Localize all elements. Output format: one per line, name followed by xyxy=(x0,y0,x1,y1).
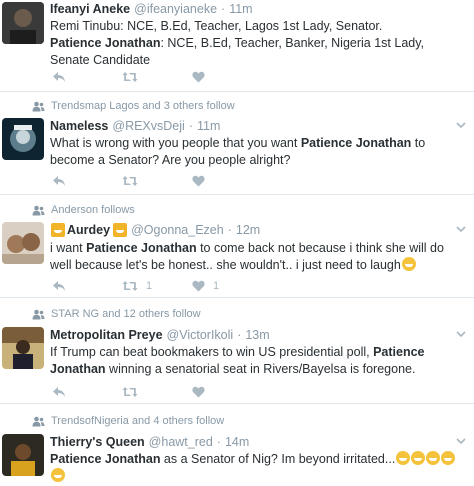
chevron-down-icon[interactable] xyxy=(456,329,466,339)
tweet-line: Remi Tinubu: NCE, B.Ed, Teacher, Lagos 1… xyxy=(50,19,383,33)
heart-icon xyxy=(192,386,205,398)
author-handle[interactable]: @REXvsDeji xyxy=(112,119,184,133)
like-button[interactable]: 1 xyxy=(192,280,219,292)
tweet[interactable]: Ifeanyi Aneke @ifeanyianeke · 11m Remi T… xyxy=(0,0,474,92)
social-context[interactable]: STAR NG and 12 others follow xyxy=(32,308,201,320)
like-button[interactable] xyxy=(192,175,205,187)
person-icon xyxy=(32,101,45,111)
crown-emoji xyxy=(51,223,65,237)
retweet-icon xyxy=(122,72,138,82)
retweet-button[interactable] xyxy=(122,386,192,398)
avatar[interactable] xyxy=(2,2,44,44)
retweet-button[interactable] xyxy=(122,175,192,187)
separator-dot: · xyxy=(221,2,226,16)
laughing-emoji xyxy=(401,257,416,271)
social-context[interactable]: Trendsmap Lagos and 3 others follow xyxy=(32,100,235,112)
reply-button[interactable] xyxy=(52,175,122,187)
author-name[interactable]: Aurdey xyxy=(67,223,110,237)
social-context-text: Trendsmap Lagos and 3 others follow xyxy=(51,100,235,112)
author-handle[interactable]: @hawt_red xyxy=(149,435,213,449)
like-button[interactable] xyxy=(192,71,205,83)
grimacing-emoji xyxy=(396,451,411,465)
tweet[interactable]: Trendsmap Lagos and 3 others follow Name… xyxy=(0,92,474,195)
highlighted-term[interactable]: Patience Jonathan xyxy=(50,36,160,50)
tweet[interactable]: Anderson follows Aurdey @Ogonna_Ezeh · 1… xyxy=(0,195,474,298)
grimacing-emoji xyxy=(411,451,426,465)
tweet-text: What is wrong with you people that you w… xyxy=(50,136,426,167)
heart-icon xyxy=(192,71,205,83)
tweet-text: If Trump can beat bookmakers to win US p… xyxy=(50,345,425,376)
avatar[interactable] xyxy=(2,434,44,476)
chevron-down-icon[interactable] xyxy=(456,120,466,130)
social-context-text: Anderson follows xyxy=(51,204,135,216)
tweet-line: Patience Jonathan: NCE, B.Ed, Teacher, B… xyxy=(50,36,425,67)
retweet-button[interactable]: 1 xyxy=(122,280,192,292)
separator-dot: · xyxy=(188,119,193,133)
tweet-text: Patience Jonathan as a Senator of Nig? I… xyxy=(50,451,466,485)
grimacing-emoji xyxy=(441,451,456,465)
social-context-text: TrendsofNigeria and 4 others follow xyxy=(51,415,225,427)
separator-dot: · xyxy=(227,223,232,237)
author-name[interactable]: Nameless xyxy=(50,119,108,133)
reply-button[interactable] xyxy=(52,280,122,292)
social-context[interactable]: TrendsofNigeria and 4 others follow xyxy=(32,415,224,427)
like-button[interactable] xyxy=(192,386,205,398)
reply-button[interactable] xyxy=(52,71,122,83)
tweet-text: i want Patience Jonathan to come back no… xyxy=(50,241,444,272)
highlighted-term[interactable]: Patience Jonathan xyxy=(86,241,196,255)
retweet-count: 1 xyxy=(146,280,153,292)
chevron-down-icon[interactable] xyxy=(456,224,466,234)
social-context-text: STAR NG and 12 others follow xyxy=(51,308,201,320)
timestamp[interactable]: 12m xyxy=(236,223,260,237)
heart-icon xyxy=(192,280,205,292)
reply-icon xyxy=(53,387,65,397)
crown-emoji xyxy=(113,223,128,237)
tweet-text: Remi Tinubu: NCE, B.Ed, Teacher, Lagos 1… xyxy=(50,18,466,69)
author-handle[interactable]: @VictorIkoli xyxy=(167,328,234,342)
highlighted-term[interactable]: Patience Jonathan xyxy=(301,136,411,150)
heart-icon xyxy=(192,175,205,187)
person-icon xyxy=(32,205,45,215)
person-icon xyxy=(32,416,45,426)
retweet-icon xyxy=(122,281,138,291)
avatar[interactable] xyxy=(2,118,44,160)
highlighted-term[interactable]: Patience Jonathan xyxy=(50,452,160,466)
retweet-icon xyxy=(122,387,138,397)
separator-dot: · xyxy=(216,435,221,449)
tweet[interactable]: STAR NG and 12 others follow Metropolita… xyxy=(0,298,474,404)
chevron-down-icon[interactable] xyxy=(456,436,466,446)
timestamp[interactable]: 13m xyxy=(245,328,269,342)
grimacing-emoji xyxy=(426,451,441,465)
avatar[interactable] xyxy=(2,222,44,264)
separator-dot: · xyxy=(237,328,242,342)
author-name[interactable]: Metropolitan Preye xyxy=(50,328,163,342)
reply-icon xyxy=(53,281,65,291)
timestamp[interactable]: 11m xyxy=(229,2,252,16)
reply-icon xyxy=(53,72,65,82)
reply-button[interactable] xyxy=(52,386,122,398)
grimacing-emoji xyxy=(51,468,65,482)
avatar[interactable] xyxy=(2,327,44,369)
author-handle[interactable]: @ifeanyianeke xyxy=(134,2,217,16)
author-name[interactable]: Ifeanyi Aneke xyxy=(50,2,130,16)
tweet[interactable]: TrendsofNigeria and 4 others follow Thie… xyxy=(0,404,474,486)
retweet-icon xyxy=(122,176,138,186)
timestamp[interactable]: 14m xyxy=(225,435,249,449)
author-handle[interactable]: @Ogonna_Ezeh xyxy=(131,223,224,237)
like-count: 1 xyxy=(213,280,220,292)
social-context[interactable]: Anderson follows xyxy=(32,204,135,216)
retweet-button[interactable] xyxy=(122,71,192,83)
person-icon xyxy=(32,309,45,319)
author-name[interactable]: Thierry's Queen xyxy=(50,435,145,449)
reply-icon xyxy=(53,176,65,186)
timestamp[interactable]: 11m xyxy=(197,119,220,133)
